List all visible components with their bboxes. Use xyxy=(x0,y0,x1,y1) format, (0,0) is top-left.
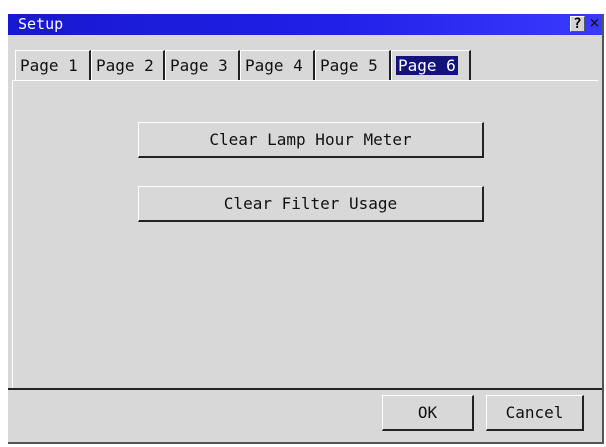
close-icon[interactable]: × xyxy=(587,15,602,32)
tab-label: Page 4 xyxy=(245,56,303,75)
tab-page-4[interactable]: Page 4 xyxy=(240,50,315,80)
tab-page-2[interactable]: Page 2 xyxy=(91,50,165,80)
cancel-button[interactable]: Cancel xyxy=(486,395,584,431)
tab-label: Page 3 xyxy=(170,56,228,75)
tab-page-6[interactable]: Page 6 xyxy=(391,50,471,80)
divider xyxy=(8,388,602,390)
help-icon[interactable]: ? xyxy=(570,16,585,32)
setup-dialog: Setup ? × Page 1 Page 2 Page 3 Page 4 Pa… xyxy=(8,14,604,444)
tab-label: Page 2 xyxy=(96,56,154,75)
tab-page-5[interactable]: Page 5 xyxy=(315,50,391,80)
title-bar[interactable]: Setup ? × xyxy=(8,14,602,35)
clear-filter-usage-button[interactable]: Clear Filter Usage xyxy=(138,186,484,222)
clear-lamp-hour-meter-button[interactable]: Clear Lamp Hour Meter xyxy=(138,122,484,158)
tab-page-1[interactable]: Page 1 xyxy=(15,50,91,80)
tab-label: Page 6 xyxy=(396,56,458,75)
ok-button[interactable]: OK xyxy=(382,395,474,431)
tab-label: Page 5 xyxy=(320,56,378,75)
tab-label: Page 1 xyxy=(20,56,78,75)
window-title: Setup xyxy=(18,15,64,33)
tab-page-3[interactable]: Page 3 xyxy=(165,50,240,80)
